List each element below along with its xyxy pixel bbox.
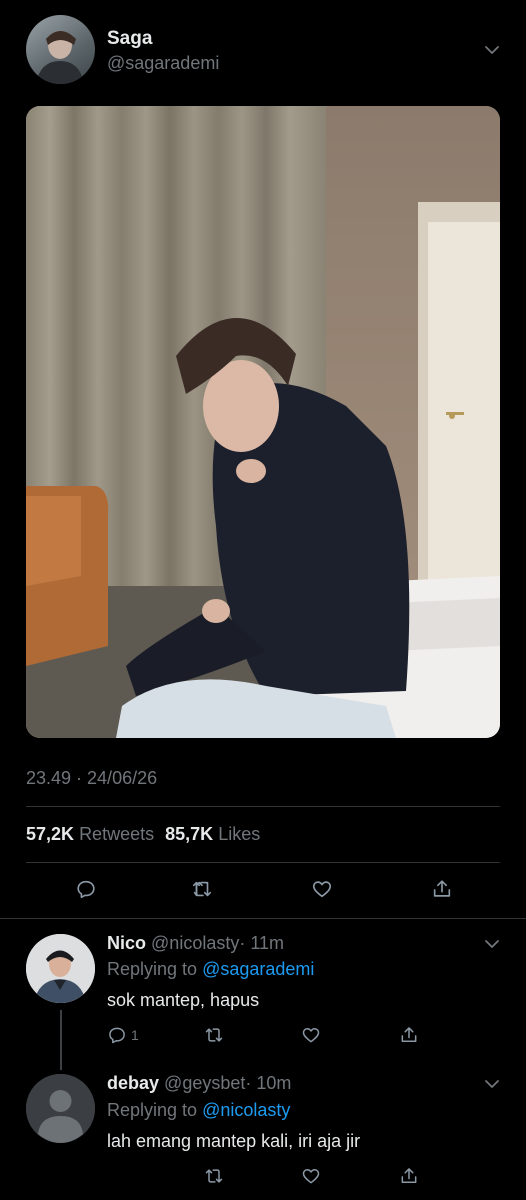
replying-to-handle[interactable]: @sagarademi xyxy=(202,959,314,979)
tweet-timestamp[interactable]: 23.49 · 24/06/26 xyxy=(26,768,157,789)
retweet-icon[interactable] xyxy=(190,877,214,901)
reply-count: 1 xyxy=(131,1027,139,1043)
retweet-icon[interactable] xyxy=(203,1165,225,1187)
reply-text: sok mantep, hapus xyxy=(107,990,260,1010)
reply-time: · 11m xyxy=(239,933,285,953)
replying-to: Replying to @nicolasty xyxy=(107,1100,290,1121)
likes-label: Likes xyxy=(218,824,261,844)
retweet-icon[interactable] xyxy=(203,1024,225,1046)
likes-stat[interactable]: 85,7K Likes xyxy=(165,824,260,844)
reply-icon[interactable] xyxy=(106,1024,128,1046)
like-icon[interactable] xyxy=(300,1165,322,1187)
likes-count: 85,7K xyxy=(165,824,214,844)
share-icon[interactable] xyxy=(430,877,454,901)
tweet-stats: 57,2K Retweets 85,7K Likes xyxy=(26,824,260,845)
reply-header: debay @geysbet· 10m xyxy=(107,1073,291,1094)
reply-author-handle[interactable]: @nicolasty xyxy=(151,933,239,953)
reply-avatar[interactable] xyxy=(26,1074,95,1143)
share-icon[interactable] xyxy=(398,1024,420,1046)
replying-to-label: Replying to xyxy=(107,959,198,979)
divider xyxy=(26,806,500,807)
divider xyxy=(26,862,500,863)
reply-author-name[interactable]: debay xyxy=(107,1073,159,1093)
thread-line xyxy=(60,1010,62,1070)
reply-avatar[interactable] xyxy=(26,934,95,1003)
chevron-down-icon[interactable] xyxy=(483,935,501,953)
replying-to-label: Replying to xyxy=(107,1100,198,1120)
reply-text: lah emang mantep kali, iri aja jir xyxy=(107,1131,361,1151)
retweets-count: 57,2K xyxy=(26,824,75,844)
divider xyxy=(0,918,526,919)
replying-to-handle[interactable]: @nicolasty xyxy=(202,1100,290,1120)
like-icon[interactable] xyxy=(300,1024,322,1046)
author-handle[interactable]: @sagarademi xyxy=(107,53,219,74)
reply-author-handle[interactable]: @geysbet xyxy=(164,1073,245,1093)
like-icon[interactable] xyxy=(310,877,334,901)
chevron-down-icon[interactable] xyxy=(483,1075,501,1093)
retweets-label: Retweets xyxy=(79,824,155,844)
chevron-down-icon[interactable] xyxy=(483,41,501,59)
author-name[interactable]: Saga xyxy=(107,28,152,50)
share-icon[interactable] xyxy=(398,1165,420,1187)
replying-to: Replying to @sagarademi xyxy=(107,959,314,980)
retweets-stat[interactable]: 57,2K Retweets xyxy=(26,824,159,844)
tweet-photo[interactable] xyxy=(26,106,500,738)
reply-time: · 10m xyxy=(245,1073,292,1093)
reply-header: Nico @nicolasty· 11m xyxy=(107,933,284,954)
reply-author-name[interactable]: Nico xyxy=(107,933,146,953)
reply-icon[interactable] xyxy=(74,877,98,901)
author-avatar[interactable] xyxy=(26,15,95,84)
